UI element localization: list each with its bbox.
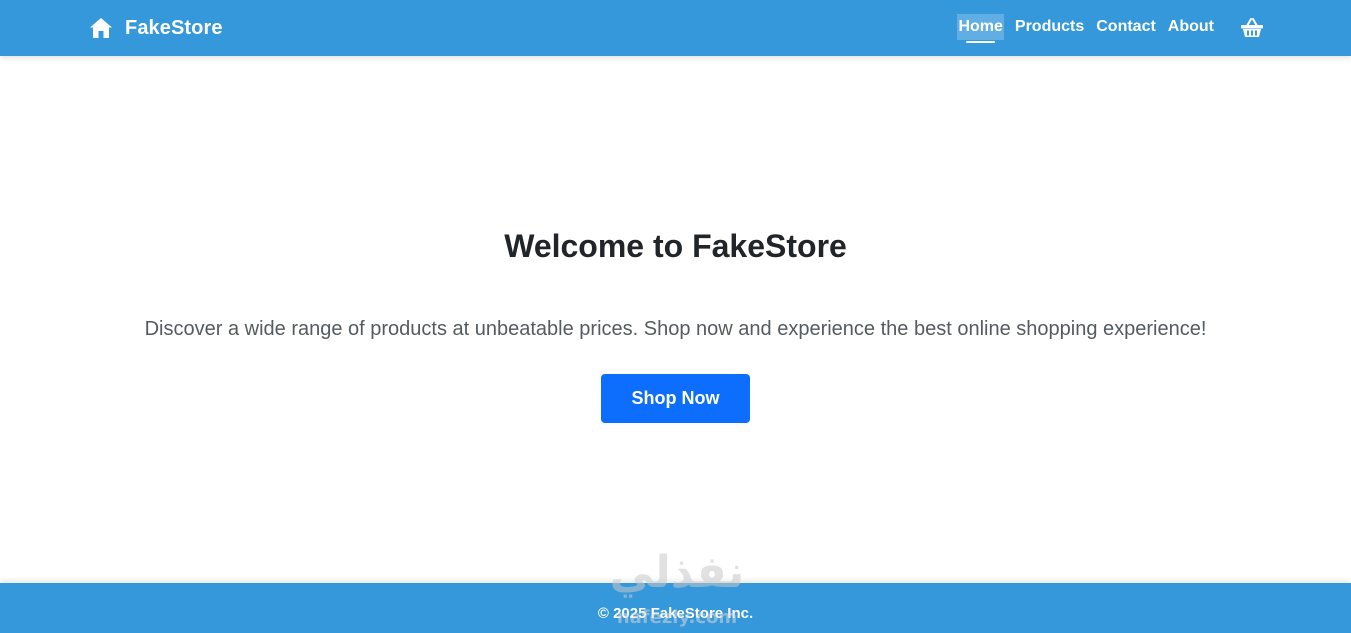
home-icon — [89, 17, 113, 39]
brand-link[interactable]: FakeStore — [89, 14, 223, 42]
nav-products[interactable]: Products — [1014, 14, 1085, 40]
shopping-basket-icon[interactable] — [1240, 17, 1264, 39]
shop-now-button[interactable]: Shop Now — [601, 374, 750, 423]
footer: © 2025 FakeStore Inc. — [0, 583, 1351, 633]
nav-contact[interactable]: Contact — [1095, 14, 1157, 40]
nav-about[interactable]: About — [1167, 14, 1215, 40]
nav-menu: Home Products Contact About — [957, 13, 1215, 43]
footer-copyright: © 2025 FakeStore Inc. — [597, 605, 754, 622]
navbar: FakeStore Home Products Contact About — [0, 0, 1351, 56]
hero-title: Welcome to FakeStore — [504, 228, 847, 264]
hero-subtitle: Discover a wide range of products at unb… — [144, 318, 1207, 340]
nav-home[interactable]: Home — [957, 14, 1004, 43]
hero-section: Welcome to FakeStore Discover a wide ran… — [0, 56, 1351, 583]
brand-name: FakeStore — [125, 16, 223, 39]
